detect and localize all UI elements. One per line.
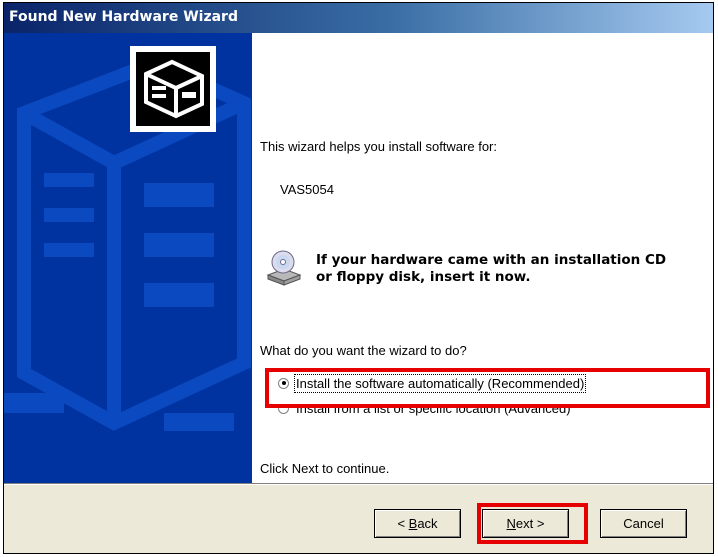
option-install-from-list[interactable]: Install from a list or specific location… bbox=[278, 406, 571, 417]
hardware-wizard-icon bbox=[130, 46, 216, 132]
button-bar: < Back Next > Cancel bbox=[4, 485, 713, 553]
option-install-automatically-label[interactable]: Install the software automatically (Reco… bbox=[293, 373, 587, 393]
option-install-from-list-label[interactable]: Install from a list or specific location… bbox=[296, 406, 571, 416]
next-button-accesskey: N bbox=[506, 516, 516, 531]
cancel-button[interactable]: Cancel bbox=[600, 509, 687, 538]
intro-text: This wizard helps you install software f… bbox=[260, 139, 497, 154]
back-button-arrow: < bbox=[397, 516, 409, 531]
title-bar[interactable]: Found New Hardware Wizard bbox=[4, 3, 713, 33]
device-name: VAS5054 bbox=[280, 182, 334, 197]
wizard-side-panel bbox=[4, 33, 252, 483]
next-button-label: ext > bbox=[515, 516, 545, 531]
back-button[interactable]: < Back bbox=[374, 509, 461, 538]
question-text: What do you want the wizard to do? bbox=[260, 343, 467, 358]
insert-cd-message-line2: or floppy disk, insert it now. bbox=[316, 269, 531, 285]
wizard-content: This wizard helps you install software f… bbox=[252, 33, 713, 483]
cd-drive-icon bbox=[266, 250, 302, 286]
continue-hint: Click Next to continue. bbox=[260, 461, 390, 476]
insert-cd-message: If your hardware came with an installati… bbox=[316, 252, 666, 286]
radio-install-automatically[interactable] bbox=[278, 377, 289, 389]
option-install-automatically[interactable]: Install the software automatically (Reco… bbox=[278, 373, 587, 393]
next-button[interactable]: Next > bbox=[482, 509, 569, 538]
window-title: Found New Hardware Wizard bbox=[9, 9, 238, 25]
radio-install-from-list[interactable] bbox=[278, 406, 289, 414]
wizard-window: Found New Hardware Wizard This wizard he… bbox=[3, 2, 714, 554]
back-button-accesskey: B bbox=[408, 516, 418, 531]
back-button-label: ack bbox=[417, 516, 438, 531]
insert-cd-message-line1: If your hardware came with an installati… bbox=[316, 252, 667, 268]
